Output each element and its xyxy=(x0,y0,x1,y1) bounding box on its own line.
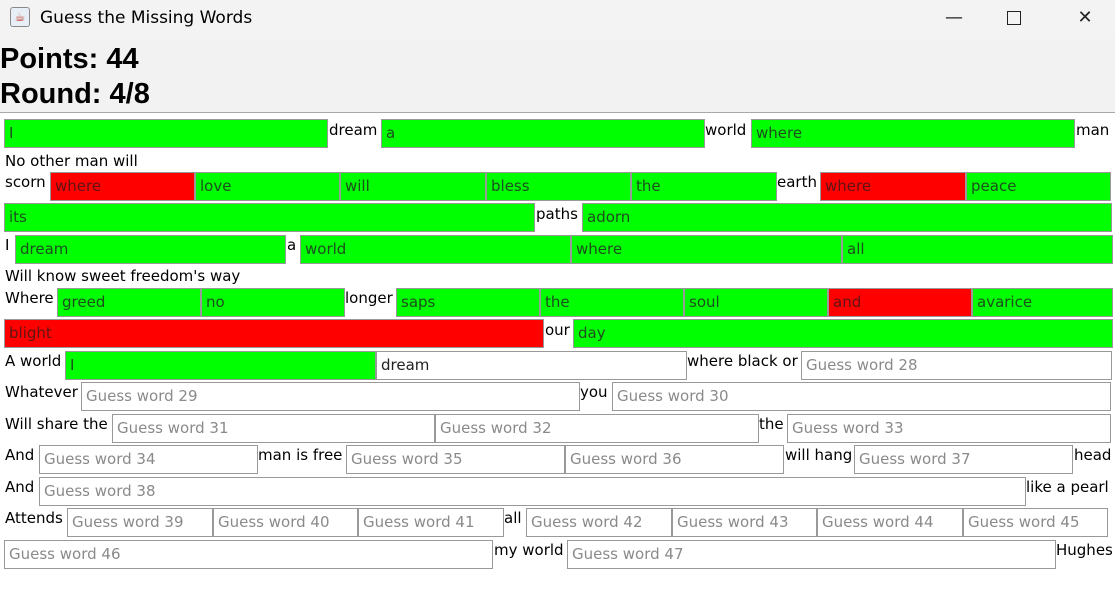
poem-word: paths xyxy=(536,205,578,223)
guess-field-40[interactable]: Guess word 40 xyxy=(213,508,358,537)
guess-field-21[interactable]: soul xyxy=(684,288,828,317)
maximize-button[interactable] xyxy=(984,0,1044,38)
poem-word: you xyxy=(580,383,608,401)
poem-word: where black or xyxy=(687,352,798,370)
guess-field-19[interactable]: saps xyxy=(396,288,540,317)
guess-field-26[interactable]: I xyxy=(65,351,376,380)
poem-word: head xyxy=(1074,446,1112,464)
poem-word: And xyxy=(5,446,35,464)
guess-field-38[interactable]: Guess word 38 xyxy=(39,477,1026,506)
poem-word: I xyxy=(5,236,10,254)
guess-field-47[interactable]: Guess word 47 xyxy=(567,540,1056,569)
poem-word: the xyxy=(759,415,784,433)
guess-field-37[interactable]: Guess word 37 xyxy=(854,445,1073,474)
guess-field-1[interactable]: I xyxy=(4,119,328,148)
guess-field-24[interactable]: blight xyxy=(4,319,544,348)
guess-field-6[interactable]: will xyxy=(340,172,486,201)
points-label: Points: 44 xyxy=(0,43,139,75)
poem-word: Will share the xyxy=(5,415,108,433)
guess-field-18[interactable]: no xyxy=(201,288,345,317)
guess-field-27[interactable]: dream xyxy=(376,351,687,380)
poem-word: longer xyxy=(345,289,393,307)
poem-word: Hughes xyxy=(1056,541,1113,559)
poem-word: A world xyxy=(5,352,62,370)
poem-line: No other man will xyxy=(5,152,138,170)
guess-field-8[interactable]: the xyxy=(631,172,777,201)
poem-word: world xyxy=(705,121,747,139)
poem-word: like a pearl xyxy=(1026,478,1109,496)
guess-field-41[interactable]: Guess word 41 xyxy=(358,508,504,537)
guess-field-43[interactable]: Guess word 43 xyxy=(672,508,817,537)
poem-word: our xyxy=(545,321,570,339)
guess-field-2[interactable]: a xyxy=(381,119,705,148)
round-label: Round: 4/8 xyxy=(0,78,150,110)
poem-word: a xyxy=(287,236,297,254)
poem-word: all xyxy=(504,509,522,527)
guess-field-44[interactable]: Guess word 44 xyxy=(817,508,963,537)
minimize-button[interactable]: — xyxy=(924,0,984,38)
guess-field-29[interactable]: Guess word 29 xyxy=(81,382,580,411)
poem-word: Whatever xyxy=(5,383,78,401)
guess-field-33[interactable]: Guess word 33 xyxy=(787,414,1111,443)
window-title: Guess the Missing Words xyxy=(40,8,253,28)
title-bar: ☕ Guess the Missing Words — ✕ xyxy=(0,0,1115,38)
guess-field-4[interactable]: where xyxy=(50,172,195,201)
guess-field-39[interactable]: Guess word 39 xyxy=(67,508,213,537)
guess-field-5[interactable]: love xyxy=(195,172,340,201)
poem-line: Will know sweet freedom's way xyxy=(5,267,241,285)
poem-word: Attends xyxy=(5,509,63,527)
guess-field-11[interactable]: its xyxy=(4,203,535,232)
guess-field-9[interactable]: where xyxy=(820,172,966,201)
guess-field-32[interactable]: Guess word 32 xyxy=(435,414,759,443)
poem-word: And xyxy=(5,478,35,496)
guess-field-23[interactable]: avarice xyxy=(972,288,1113,317)
guess-field-30[interactable]: Guess word 30 xyxy=(612,382,1111,411)
poem-word: my world xyxy=(494,541,564,559)
poem-word: earth xyxy=(777,173,817,191)
guess-field-13[interactable]: dream xyxy=(15,235,286,264)
poem-word: will hang xyxy=(785,446,853,464)
guess-field-34[interactable]: Guess word 34 xyxy=(39,445,258,474)
guess-field-20[interactable]: the xyxy=(540,288,684,317)
poem-word: man xyxy=(1076,121,1110,139)
guess-field-46[interactable]: Guess word 46 xyxy=(4,540,493,569)
guess-field-36[interactable]: Guess word 36 xyxy=(565,445,784,474)
guess-field-17[interactable]: greed xyxy=(57,288,201,317)
guess-field-14[interactable]: world xyxy=(300,235,571,264)
maximize-icon xyxy=(1007,11,1021,25)
guess-field-25[interactable]: day xyxy=(573,319,1113,348)
guess-field-35[interactable]: Guess word 35 xyxy=(346,445,565,474)
score-header: Points: 44 Round: 4/8 xyxy=(0,38,1115,113)
guess-field-3[interactable]: where xyxy=(751,119,1075,148)
guess-field-16[interactable]: all xyxy=(842,235,1113,264)
guess-field-42[interactable]: Guess word 42 xyxy=(526,508,672,537)
poem-word: Where xyxy=(5,289,54,307)
java-cup-icon: ☕ xyxy=(10,7,30,27)
poem-word: scorn xyxy=(5,173,46,191)
guess-field-22[interactable]: and xyxy=(828,288,972,317)
guess-field-10[interactable]: peace xyxy=(966,172,1111,201)
guess-field-12[interactable]: adorn xyxy=(582,203,1112,232)
guess-field-45[interactable]: Guess word 45 xyxy=(963,508,1108,537)
guess-field-15[interactable]: where xyxy=(571,235,842,264)
poem-word: man is free xyxy=(258,446,343,464)
guess-field-31[interactable]: Guess word 31 xyxy=(112,414,435,443)
close-button[interactable]: ✕ xyxy=(1055,0,1115,38)
poem-word: dream xyxy=(329,121,378,139)
guess-field-28[interactable]: Guess word 28 xyxy=(801,351,1112,380)
guess-field-7[interactable]: bless xyxy=(486,172,631,201)
